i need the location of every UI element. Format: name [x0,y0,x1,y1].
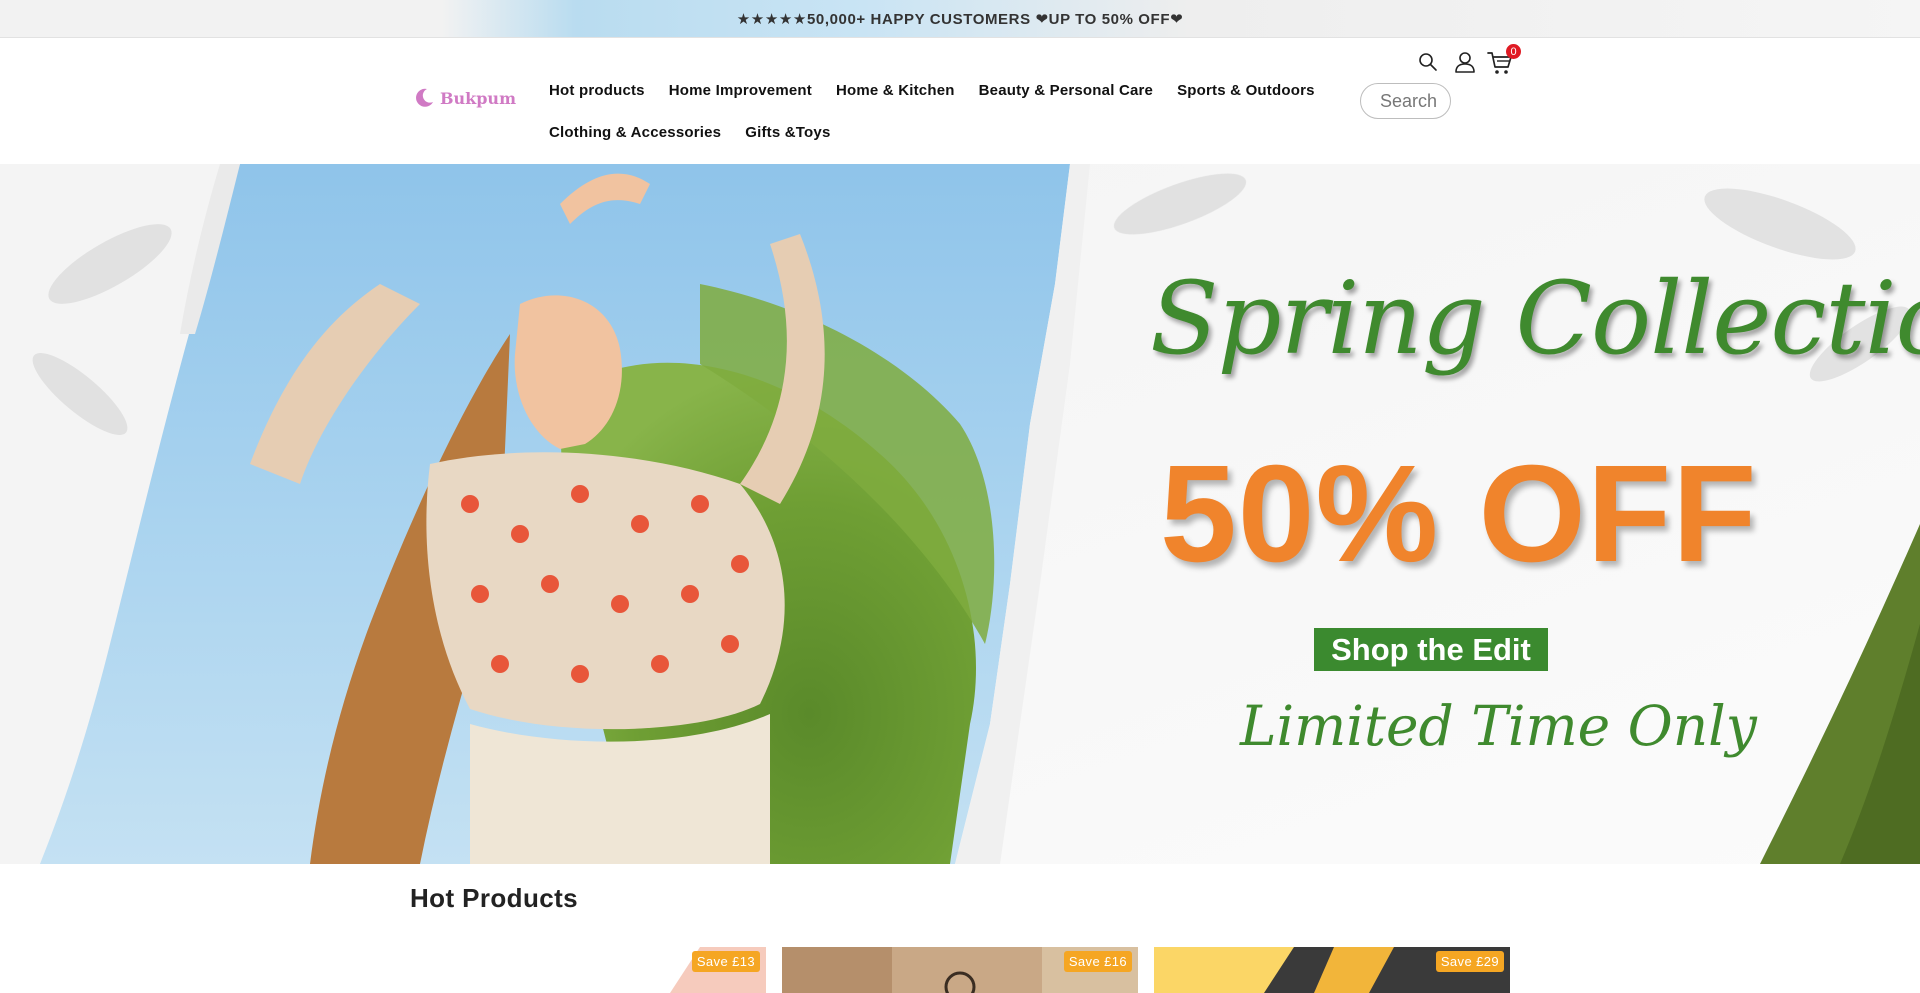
shop-the-edit-button[interactable]: Shop the Edit [1314,628,1548,671]
announcement-bar: ★★★★★50,000+ HAPPY CUSTOMERS ❤UP TO 50% … [0,0,1920,38]
search-field[interactable] [1360,83,1451,119]
hero-banner[interactable]: Spring Collection 50% OFF Shop the Edit … [0,164,1920,864]
announcement-text: ★★★★★50,000+ HAPPY CUSTOMERS ❤UP TO 50% … [736,10,1184,28]
cart-count-badge: 0 [1506,44,1521,59]
nav-item-gifts-toys[interactable]: Gifts &Toys [745,124,830,141]
nav-row-2: Clothing & Accessories Gifts &Toys [549,111,1339,153]
logo-text: Bukpum [440,88,516,108]
hot-products-title: Hot Products [410,883,579,913]
product-card[interactable]: Save £29 [1154,947,1510,993]
main-nav: Hot products Home Improvement Home & Kit… [549,69,1339,153]
search-icon[interactable] [1417,51,1439,73]
save-badge: Save £16 [1063,951,1132,972]
search-input[interactable] [1361,84,1450,118]
save-badge: Save £29 [1435,951,1504,972]
nav-item-beauty-personal-care[interactable]: Beauty & Personal Care [979,82,1153,99]
nav-item-home-improvement[interactable]: Home Improvement [669,82,812,99]
nav-row-1: Hot products Home Improvement Home & Kit… [549,69,1339,111]
moon-logo-icon [416,88,433,107]
logo[interactable]: Bukpum [413,87,516,109]
hero-title: Spring Collection [1150,260,1920,377]
nav-item-home-kitchen[interactable]: Home & Kitchen [836,82,955,99]
hero-discount: 50% OFF [1160,437,1758,591]
account-icon[interactable] [1452,49,1478,75]
nav-item-clothing-accessories[interactable]: Clothing & Accessories [549,124,721,141]
product-card[interactable]: Save £13 [410,947,766,993]
nav-item-sports-outdoors[interactable]: Sports & Outdoors [1177,82,1315,99]
product-card[interactable]: Save £16 [782,947,1138,993]
nav-item-hot-products[interactable]: Hot products [549,82,645,99]
hero-tagline: Limited Time Only [1240,694,1757,758]
save-badge: Save £13 [691,951,760,972]
site-header: Bukpum Hot products Home Improvement Hom… [0,39,1920,164]
